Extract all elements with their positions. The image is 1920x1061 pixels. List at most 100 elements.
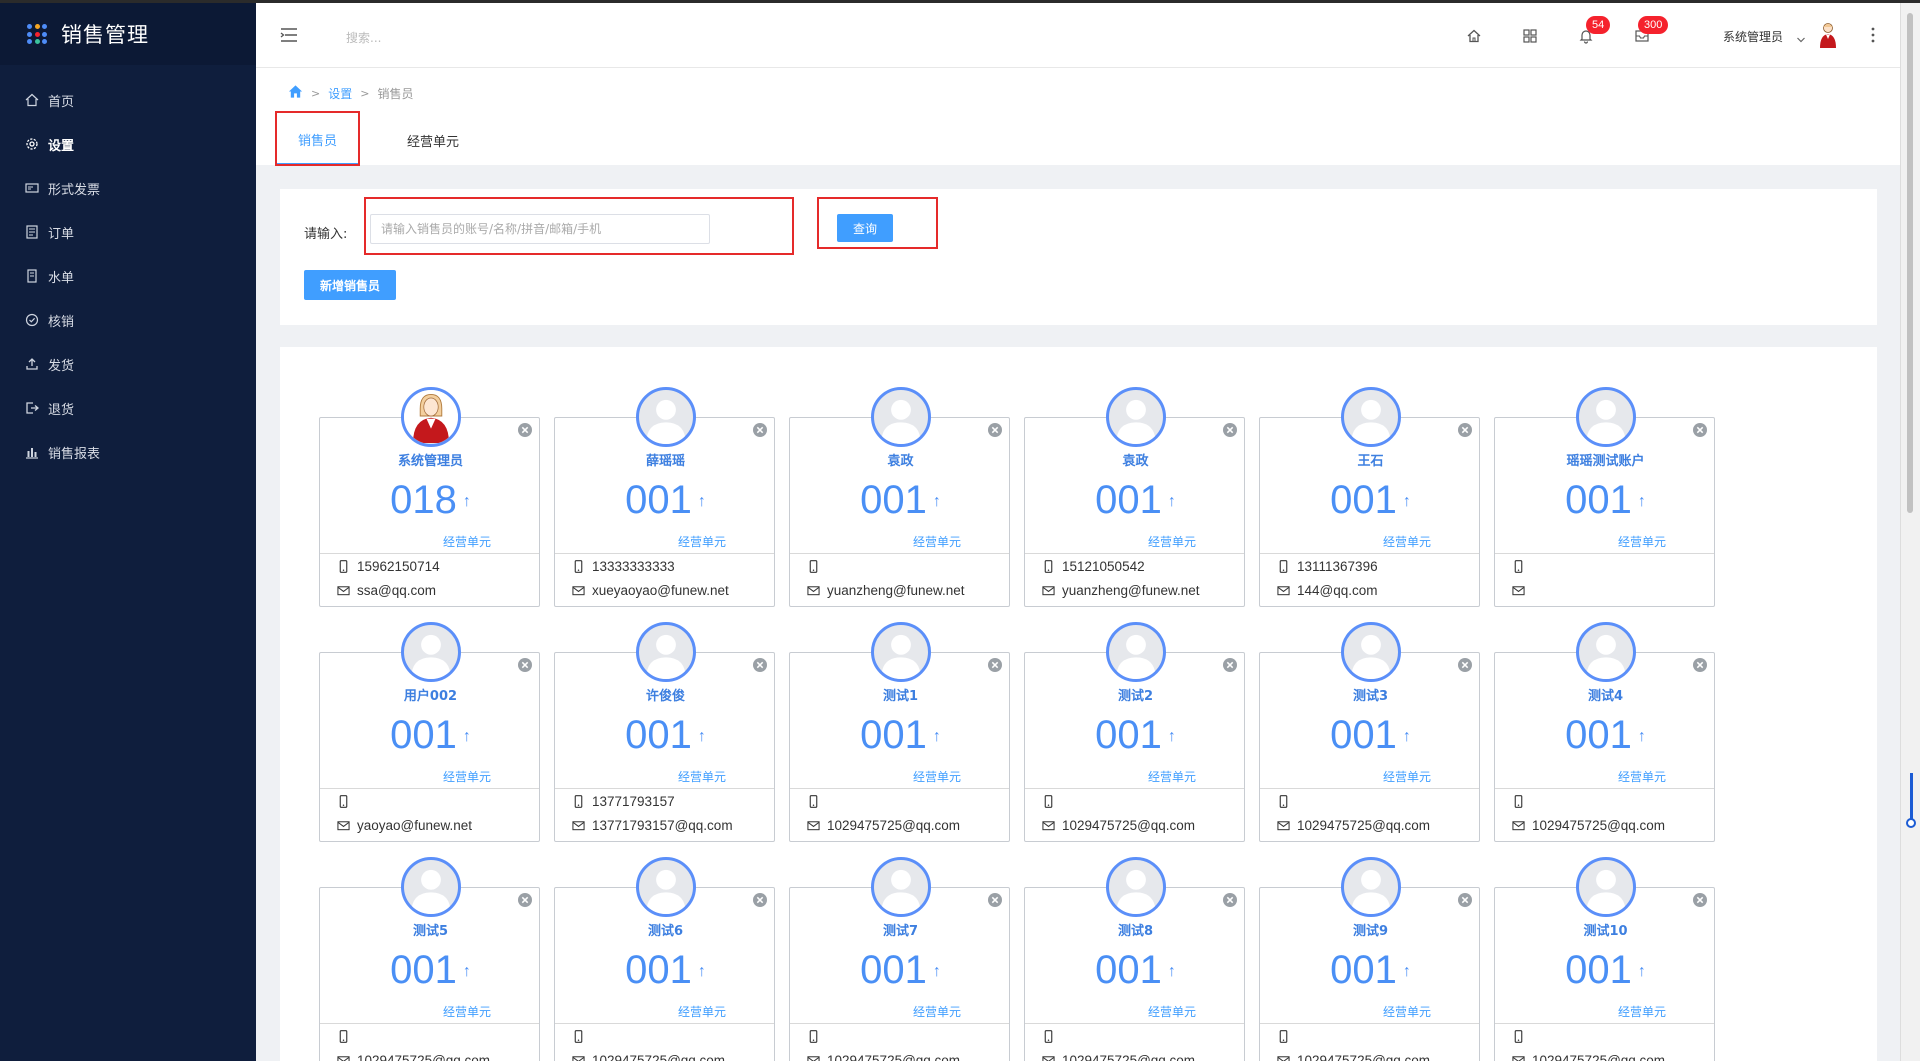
salesperson-name[interactable]: 用户002 (320, 685, 541, 704)
salesperson-card[interactable]: 测试6 001 ↑ 经营单元 1029475725@qq.com (554, 857, 776, 1061)
sidebar-item-orders[interactable]: 订单 (0, 210, 256, 254)
sidebar-item-verification[interactable]: 核销 (0, 298, 256, 342)
user-avatar[interactable] (1816, 21, 1840, 49)
arrow-up-icon[interactable]: ↑ (1638, 728, 1646, 745)
salesperson-card[interactable]: 测试7 001 ↑ 经营单元 1029475725@qq.com (789, 857, 1010, 1061)
business-unit-link[interactable]: 经营单元 (1383, 533, 1431, 550)
salesperson-card[interactable]: 测试8 001 ↑ 经营单元 1029475725@qq.com (1024, 857, 1246, 1061)
salesperson-card[interactable]: 测试3 001 ↑ 经营单元 1029475725@qq.com (1259, 622, 1481, 842)
arrow-up-icon[interactable]: ↑ (698, 493, 706, 510)
arrow-up-icon[interactable]: ↑ (1168, 493, 1176, 510)
sidebar-item-shipping[interactable]: 发货 (0, 342, 256, 386)
business-unit-link[interactable]: 经营单元 (913, 768, 961, 785)
close-icon[interactable] (1222, 422, 1238, 438)
arrow-up-icon[interactable]: ↑ (1168, 728, 1176, 745)
salesperson-card[interactable]: 王石 001 ↑ 经营单元 13111367396 144@qq.com (1259, 387, 1480, 607)
breadcrumb-settings-link[interactable]: 设置 (328, 85, 352, 102)
close-icon[interactable] (1222, 657, 1238, 673)
salesperson-card[interactable]: 测试9 001 ↑ 经营单元 1029475725@qq.com (1259, 857, 1481, 1061)
salesperson-name[interactable]: 测试9 (1260, 920, 1481, 939)
arrow-up-icon[interactable]: ↑ (933, 963, 941, 980)
salesperson-name[interactable]: 测试8 (1025, 920, 1246, 939)
more-vertical-icon[interactable] (1868, 25, 1878, 45)
home-icon[interactable] (1464, 26, 1484, 46)
close-icon[interactable] (517, 657, 533, 673)
business-unit-link[interactable]: 经营单元 (913, 533, 961, 550)
salesperson-card[interactable]: 许俊俊 001 ↑ 经营单元 13771793157 13771793157@qq.com (554, 622, 776, 842)
close-icon[interactable] (987, 892, 1003, 908)
arrow-up-icon[interactable]: ↑ (698, 728, 706, 745)
business-unit-link[interactable]: 经营单元 (1148, 1003, 1196, 1020)
business-unit-link[interactable]: 经营单元 (678, 533, 726, 550)
sidebar-item-returns[interactable]: 退货 (0, 386, 256, 430)
arrow-up-icon[interactable]: ↑ (1403, 963, 1411, 980)
search-input[interactable] (346, 27, 546, 49)
notification-bell-icon[interactable]: 54 (1576, 16, 1611, 46)
business-unit-link[interactable]: 经营单元 (1618, 1003, 1666, 1020)
close-icon[interactable] (987, 422, 1003, 438)
sidebar-item-receipt[interactable]: 水单 (0, 254, 256, 298)
arrow-up-icon[interactable]: ↑ (463, 728, 471, 745)
salesperson-card[interactable]: 用户002 001 ↑ 经营单元 yaoyao@funew.net (319, 622, 541, 842)
salesperson-name[interactable]: 许俊俊 (555, 685, 776, 704)
business-unit-link[interactable]: 经营单元 (443, 1003, 491, 1020)
scrollbar-thumb[interactable] (1907, 13, 1913, 513)
sidebar-item-sales-report[interactable]: 销售报表 (0, 430, 256, 474)
close-icon[interactable] (1692, 422, 1708, 438)
query-button[interactable]: 查询 (837, 214, 893, 242)
salesperson-card[interactable]: 测试4 001 ↑ 经营单元 1029475725@qq.com (1494, 622, 1716, 842)
salesperson-name[interactable]: 测试5 (320, 920, 541, 939)
salesperson-card[interactable]: 测试5 001 ↑ 经营单元 1029475725@qq.com (319, 857, 541, 1061)
apps-grid-icon[interactable] (1520, 26, 1540, 46)
sidebar-item-home[interactable]: 首页 (0, 78, 256, 122)
salesperson-card[interactable]: 瑶瑶测试账户 001 ↑ 经营单元 (1494, 387, 1716, 607)
business-unit-link[interactable]: 经营单元 (913, 1003, 961, 1020)
salesperson-card[interactable]: 测试10 001 ↑ 经营单元 1029475725@qq.com (1494, 857, 1716, 1061)
arrow-up-icon[interactable]: ↑ (1638, 493, 1646, 510)
close-icon[interactable] (1457, 657, 1473, 673)
arrow-up-icon[interactable]: ↑ (933, 493, 941, 510)
sidebar-item-settings[interactable]: 设置 (0, 122, 256, 166)
salesperson-card[interactable]: 袁政 001 ↑ 经营单元 15121050542 yuanzheng@funew.net (1024, 387, 1245, 607)
salesperson-name[interactable]: 袁政 (790, 450, 1011, 469)
business-unit-link[interactable]: 经营单元 (678, 768, 726, 785)
business-unit-link[interactable]: 经营单元 (443, 768, 491, 785)
salesperson-name[interactable]: 测试3 (1260, 685, 1481, 704)
close-icon[interactable] (517, 422, 533, 438)
close-icon[interactable] (1222, 892, 1238, 908)
salesperson-name[interactable]: 薛瑶瑶 (555, 450, 776, 469)
business-unit-link[interactable]: 经营单元 (1618, 533, 1666, 550)
business-unit-link[interactable]: 经营单元 (1383, 1003, 1431, 1020)
arrow-up-icon[interactable]: ↑ (933, 728, 941, 745)
arrow-up-icon[interactable]: ↑ (463, 493, 471, 510)
arrow-up-icon[interactable]: ↑ (1403, 728, 1411, 745)
home-icon[interactable] (288, 84, 303, 102)
business-unit-link[interactable]: 经营单元 (678, 1003, 726, 1020)
message-box-icon[interactable]: 300 (1632, 16, 1669, 46)
business-unit-link[interactable]: 经营单元 (1618, 768, 1666, 785)
salesperson-name[interactable]: 测试10 (1495, 920, 1716, 939)
salesperson-card[interactable]: 系统管理员 018 ↑ 经营单元 15962150714 ssa@qq.com (319, 387, 541, 607)
arrow-up-icon[interactable]: ↑ (1168, 963, 1176, 980)
close-icon[interactable] (752, 892, 768, 908)
business-unit-link[interactable]: 经营单元 (1148, 768, 1196, 785)
close-icon[interactable] (1457, 422, 1473, 438)
menu-toggle-icon[interactable] (279, 26, 299, 44)
close-icon[interactable] (1692, 657, 1708, 673)
salesperson-card[interactable]: 测试1 001 ↑ 经营单元 1029475725@qq.com (789, 622, 1010, 842)
chevron-down-icon[interactable] (1796, 30, 1806, 43)
arrow-up-icon[interactable]: ↑ (463, 963, 471, 980)
business-unit-link[interactable]: 经营单元 (443, 533, 491, 550)
tab-business-units[interactable]: 经营单元 (385, 116, 481, 165)
salesperson-name[interactable]: 瑶瑶测试账户 (1495, 450, 1716, 469)
salesperson-card[interactable]: 薛瑶瑶 001 ↑ 经营单元 13333333333 xueyaoyao@funew.ne… (554, 387, 776, 607)
close-icon[interactable] (752, 657, 768, 673)
salesperson-name[interactable]: 测试4 (1495, 685, 1716, 704)
close-icon[interactable] (517, 892, 533, 908)
close-icon[interactable] (1457, 892, 1473, 908)
arrow-up-icon[interactable]: ↑ (1403, 493, 1411, 510)
salesperson-name[interactable]: 系统管理员 (320, 450, 541, 469)
salesperson-name[interactable]: 测试6 (555, 920, 776, 939)
salesperson-name[interactable]: 测试2 (1025, 685, 1246, 704)
salesperson-card[interactable]: 测试2 001 ↑ 经营单元 1029475725@qq.com (1024, 622, 1246, 842)
